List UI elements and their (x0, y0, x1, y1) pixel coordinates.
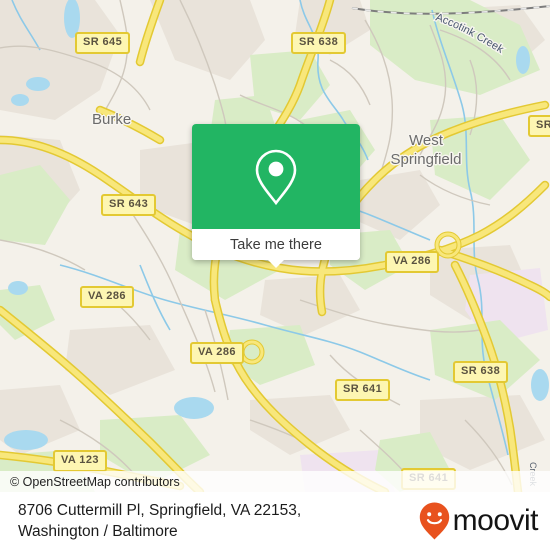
moovit-logo[interactable]: moovit (418, 501, 539, 541)
place-label-west-springfield: West Springfield (377, 131, 475, 169)
road-shield-sr-partial[interactable]: SR (528, 115, 550, 137)
road-shield-va-123[interactable]: VA 123 (53, 450, 107, 472)
address-line-2: Washington / Baltimore (18, 523, 178, 540)
road-shield-va-286-south[interactable]: VA 286 (190, 342, 244, 364)
place-label-burke: Burke (92, 111, 132, 128)
address-line-1: 8706 Cuttermill Pl, Springfield, VA 2215… (18, 502, 302, 519)
road-shield-sr-641-mid[interactable]: SR 641 (335, 379, 391, 401)
moovit-pin-icon (419, 502, 449, 540)
road-shield-sr-638-south[interactable]: SR 638 (453, 361, 509, 383)
destination-popup[interactable]: Take me there (192, 124, 360, 268)
place-label-line1: West (409, 132, 443, 149)
moovit-wordmark: moovit (452, 504, 539, 537)
road-shield-sr-638-north[interactable]: SR 638 (291, 32, 347, 54)
svg-text:Accotink Creek: Accotink Creek (434, 11, 506, 56)
popup-header (192, 124, 360, 229)
popup-tail (267, 259, 285, 268)
road-shield-sr-645[interactable]: SR 645 (75, 32, 131, 54)
road-shield-va-286-east[interactable]: VA 286 (385, 251, 439, 273)
osm-attribution[interactable]: © OpenStreetMap contributors (0, 471, 550, 492)
map-screenshot: Burke West Springfield Accotink Creek Cr… (0, 0, 550, 550)
popup-footer[interactable]: Take me there (192, 229, 360, 268)
map-canvas[interactable]: Burke West Springfield Accotink Creek Cr… (0, 0, 550, 492)
address-block: 8706 Cuttermill Pl, Springfield, VA 2215… (18, 500, 301, 542)
road-shield-va-286-west[interactable]: VA 286 (80, 286, 134, 308)
place-label-line2: Springfield (390, 151, 462, 168)
footer-bar: 8706 Cuttermill Pl, Springfield, VA 2215… (0, 492, 550, 550)
road-shield-sr-643[interactable]: SR 643 (101, 194, 157, 216)
attribution-text: © OpenStreetMap contributors (10, 474, 180, 489)
take-me-there-label: Take me there (230, 236, 322, 253)
map-pin-icon (255, 149, 297, 205)
water-label-accotink-creek: Accotink Creek (433, 10, 508, 57)
